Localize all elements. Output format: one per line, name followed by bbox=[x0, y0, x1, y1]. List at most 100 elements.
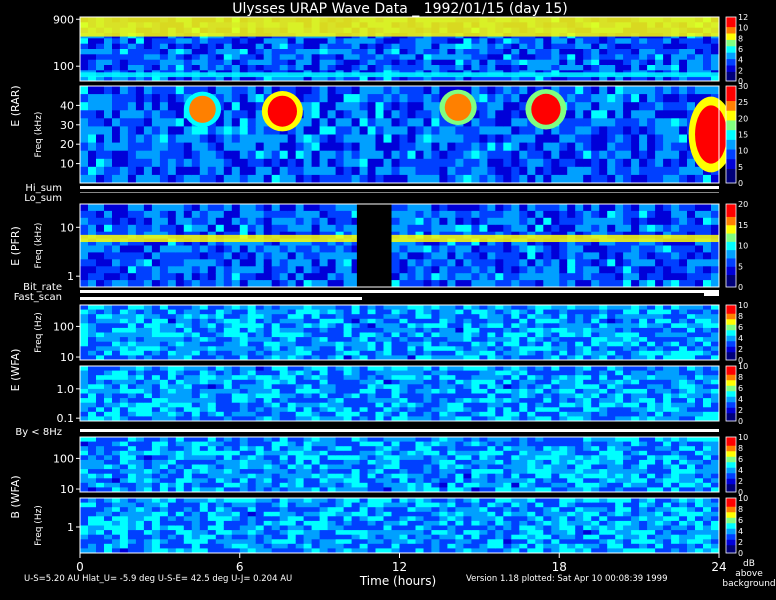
spectrogram-cell bbox=[391, 323, 400, 329]
spectrogram-cell bbox=[215, 375, 225, 381]
spectrogram-cell bbox=[631, 384, 640, 390]
spectrogram-cell bbox=[687, 204, 696, 212]
spectrogram-cell bbox=[543, 314, 552, 320]
radio-burst bbox=[189, 95, 216, 123]
spectrogram-cell bbox=[543, 245, 552, 253]
spectrogram-cell bbox=[351, 86, 361, 95]
spectrogram-cell bbox=[159, 332, 169, 338]
spectrogram-cell bbox=[455, 411, 464, 417]
spectrogram-cell bbox=[183, 273, 193, 281]
spectrogram-cell bbox=[695, 337, 704, 343]
spectrogram-cell bbox=[687, 224, 696, 233]
spectrogram-cell bbox=[359, 174, 369, 184]
spectrogram-cell bbox=[104, 252, 113, 260]
spectrogram-cell bbox=[327, 150, 337, 160]
spectrogram-cell bbox=[559, 384, 568, 390]
spectrogram-cell bbox=[127, 217, 137, 226]
spectrogram-cell bbox=[647, 38, 656, 45]
spectrogram-cell bbox=[623, 346, 632, 352]
spectrogram-cell bbox=[615, 166, 624, 176]
spectrogram-cell bbox=[647, 402, 656, 408]
spectrogram-cell bbox=[159, 49, 169, 55]
spectrogram-cell bbox=[583, 54, 592, 61]
spectrogram-cell bbox=[223, 158, 233, 168]
spectrogram-cell bbox=[119, 150, 129, 160]
spectrogram-cell bbox=[159, 305, 169, 311]
spectrogram-cell bbox=[367, 174, 377, 184]
spectrogram-cell bbox=[407, 102, 416, 111]
spectrogram-cell bbox=[359, 370, 369, 376]
spectrogram-cell bbox=[327, 323, 337, 329]
spectrogram-cell bbox=[663, 379, 672, 385]
spectrogram-cell bbox=[711, 379, 720, 385]
spectrogram-cell bbox=[231, 280, 241, 288]
spectrogram-cell bbox=[343, 393, 353, 399]
spectrogram-cell bbox=[647, 134, 656, 144]
spectrogram-cell bbox=[375, 305, 384, 311]
spectrogram-cell bbox=[383, 398, 392, 404]
spectrogram-cell bbox=[399, 174, 408, 184]
spectrogram-cell bbox=[367, 388, 377, 394]
spectrogram-cell bbox=[287, 411, 297, 417]
spectrogram-cell bbox=[303, 379, 313, 385]
spectrogram-cell bbox=[447, 174, 456, 184]
spectrogram-cell bbox=[207, 43, 217, 50]
spectrogram-cell bbox=[207, 318, 217, 324]
spectrogram-cell bbox=[447, 366, 456, 372]
spectrogram-cell bbox=[631, 38, 640, 45]
spectrogram-cell bbox=[543, 323, 552, 329]
spectrogram-cell bbox=[375, 393, 384, 399]
spectrogram-cell bbox=[207, 327, 217, 333]
spectrogram-cell bbox=[127, 273, 137, 281]
spectrogram-cell bbox=[679, 346, 688, 352]
spectrogram-cell bbox=[159, 388, 169, 394]
spectrogram-cell bbox=[143, 59, 153, 66]
spectrogram-cell bbox=[447, 126, 456, 135]
spectrogram-cell bbox=[623, 305, 632, 311]
spectrogram-cell bbox=[311, 398, 321, 404]
spectrogram-cell bbox=[183, 337, 193, 343]
spectrogram-cell bbox=[167, 314, 177, 320]
spectrogram-cell bbox=[631, 210, 640, 219]
spectrogram-cell bbox=[343, 366, 353, 372]
spectrogram-cell bbox=[335, 224, 345, 233]
spectrogram-cell bbox=[567, 337, 576, 343]
spectrogram-cell bbox=[223, 318, 233, 324]
spectrogram-cell bbox=[207, 384, 217, 390]
spectrogram-cell bbox=[527, 273, 536, 281]
spectrogram-cell bbox=[639, 118, 648, 127]
spectrogram-cell bbox=[127, 59, 137, 66]
spectrogram-cell bbox=[88, 174, 97, 184]
spectrogram-cell bbox=[495, 318, 504, 324]
spectrogram-cell bbox=[543, 210, 552, 219]
spectrogram-cell bbox=[599, 305, 608, 311]
spectrogram-cell bbox=[88, 150, 97, 160]
spectrogram-cell bbox=[655, 65, 664, 71]
spectrogram-cell bbox=[463, 346, 472, 352]
spectrogram-cell bbox=[487, 49, 496, 55]
spectrogram-cell bbox=[104, 204, 113, 212]
spectrogram-cell bbox=[191, 245, 201, 253]
spectrogram-cell bbox=[223, 375, 233, 381]
spectrogram-cell bbox=[679, 402, 688, 408]
spectrogram-cell bbox=[471, 337, 480, 343]
spectrogram-cell bbox=[671, 366, 680, 372]
spectrogram-cell bbox=[687, 59, 696, 66]
spectrogram-cell bbox=[367, 379, 377, 385]
spectrogram-cell bbox=[104, 337, 113, 343]
spectrogram-cell bbox=[399, 346, 408, 352]
spectrogram-cell bbox=[303, 86, 313, 95]
spectrogram-cell bbox=[559, 327, 568, 333]
spectrogram-cell bbox=[679, 174, 688, 184]
spectrogram-cell bbox=[687, 166, 696, 176]
spectrogram-cell bbox=[471, 411, 480, 417]
spectrogram-cell bbox=[255, 245, 265, 253]
spectrogram-cell bbox=[175, 402, 185, 408]
spectrogram-cell bbox=[399, 398, 408, 404]
spectrogram-cell bbox=[575, 102, 584, 111]
spectrogram-cell bbox=[112, 446, 121, 452]
spectrogram-cell bbox=[623, 393, 632, 399]
spectrogram-cell bbox=[495, 398, 504, 404]
spectrogram-cell bbox=[679, 252, 688, 260]
spectrogram-cell bbox=[80, 398, 89, 404]
